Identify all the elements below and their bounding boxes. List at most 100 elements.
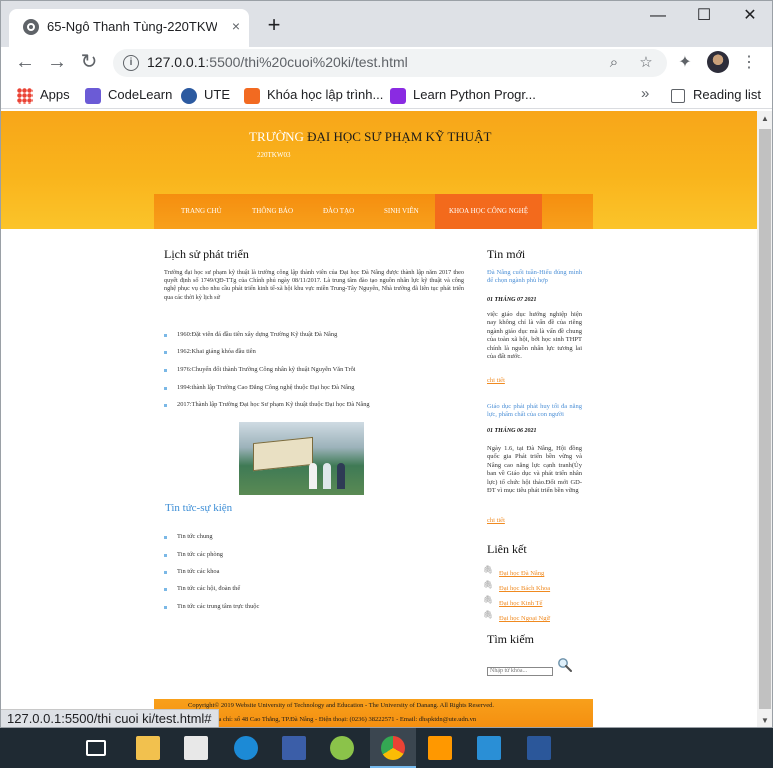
vscode-icon[interactable] bbox=[477, 736, 501, 760]
python-p-icon bbox=[390, 87, 406, 104]
milestone-item: 1960:Đặt viên đá đầu tiên xây dựng Trườn… bbox=[177, 331, 338, 338]
vertical-scrollbar[interactable]: ▲ ▼ bbox=[757, 111, 772, 727]
browser-window: 65-Ngô Thanh Tùng-220TKW03 × + — ☐ ✕ ← →… bbox=[0, 0, 773, 728]
page-viewport: TRƯỜNG ĐẠI HỌC SƯ PHẠM KỸ THUẬT 220TKW03… bbox=[1, 111, 757, 727]
news-more-link[interactable]: chi tiết bbox=[487, 377, 505, 384]
task-view-icon[interactable] bbox=[86, 740, 106, 756]
site-banner: TRƯỜNG ĐẠI HỌC SƯ PHẠM KỸ THUẬT 220TKW03… bbox=[1, 111, 757, 229]
reload-icon[interactable]: ↻ bbox=[77, 51, 101, 75]
sublime-text-icon[interactable] bbox=[428, 736, 452, 760]
scroll-up-arrow-icon[interactable]: ▲ bbox=[757, 111, 772, 127]
scroll-down-arrow-icon[interactable]: ▼ bbox=[757, 713, 772, 727]
milestone-item: 1994:thành lập Trường Cao Đẳng Công nghệ… bbox=[177, 384, 355, 391]
chrome-icon[interactable] bbox=[381, 736, 405, 760]
maximize-button[interactable]: ☐ bbox=[681, 1, 727, 33]
menu-sinh-vien[interactable]: SINH VIÊN bbox=[384, 194, 419, 229]
microsoft-store-icon[interactable] bbox=[184, 736, 208, 760]
events-heading: Tin tức-sự kiện bbox=[165, 502, 233, 514]
events-item[interactable]: Tin tức các hội, đoàn thể bbox=[177, 585, 240, 592]
app-green-icon[interactable] bbox=[330, 736, 354, 760]
news-title-link[interactable]: Giáo dục phải phát huy tối đa năng lực, … bbox=[487, 403, 582, 420]
link-dai-hoc-ngoai-ngu[interactable]: Đại học Ngoại Ngữ bbox=[499, 615, 550, 622]
reading-list-icon bbox=[671, 88, 685, 103]
news-heading: Tin mới bbox=[487, 247, 526, 261]
bookmark-label: Apps bbox=[40, 87, 70, 102]
b-logo-icon bbox=[244, 87, 260, 104]
word-icon[interactable] bbox=[527, 736, 551, 760]
history-paragraph: Trường đại học sư phạm kỹ thuật là trườn… bbox=[164, 269, 464, 301]
codelearn-icon bbox=[85, 87, 101, 104]
history-heading: Lịch sử phát triển bbox=[164, 247, 249, 261]
link-dai-hoc-bach-khoa[interactable]: Đại học Bách Khoa bbox=[499, 585, 550, 592]
bookmarks-bar: Apps CodeLearn UTE Khóa học lập trình...… bbox=[1, 81, 772, 109]
minimize-button[interactable]: — bbox=[635, 1, 681, 33]
bullet bbox=[164, 334, 167, 337]
url-path: :5500/thi%20cuoi%20ki/test.html bbox=[205, 54, 408, 70]
main-menu: TRANG CHỦ THÔNG BÁO ĐÀO TẠO SINH VIÊN KH… bbox=[154, 194, 593, 229]
site-footer: Copyright© 2019 Website University of Te… bbox=[154, 699, 593, 727]
address-bar[interactable]: i 127.0.0.1:5500/thi%20cuoi%20ki/test.ht… bbox=[113, 49, 667, 77]
student-figure bbox=[337, 463, 345, 489]
menu-trang-chu[interactable]: TRANG CHỦ bbox=[181, 194, 222, 229]
apps-grid-icon bbox=[17, 87, 33, 104]
zoom-icon[interactable]: ⌕ bbox=[605, 54, 623, 72]
search-icon[interactable] bbox=[557, 657, 572, 672]
paperclip-icon: 🖇 bbox=[483, 595, 494, 604]
menu-khoa-hoc-cong-nghe[interactable]: KHOA HỌC CÔNG NGHỆ bbox=[435, 194, 543, 229]
star-icon[interactable]: ☆ bbox=[637, 54, 655, 72]
bookmark-codelearn[interactable]: CodeLearn bbox=[85, 85, 172, 105]
reading-list-label: Reading list bbox=[693, 87, 761, 102]
menu-thong-bao[interactable]: THÔNG BÁO bbox=[252, 194, 293, 229]
link-dai-hoc-da-nang[interactable]: Đại học Đà Nẵng bbox=[499, 570, 544, 577]
bullet bbox=[164, 387, 167, 390]
info-icon[interactable]: i bbox=[123, 55, 139, 71]
more-menu-icon[interactable]: ⋮ bbox=[739, 53, 759, 73]
site-title: TRƯỜNG ĐẠI HỌC SƯ PHẠM KỸ THUẬT bbox=[249, 129, 491, 145]
dev-c-icon[interactable] bbox=[282, 736, 306, 760]
bookmark-learn-python[interactable]: Learn Python Progr... bbox=[390, 85, 536, 105]
forward-arrow-icon[interactable]: → bbox=[45, 51, 69, 75]
news-more-link[interactable]: chi tiết bbox=[487, 517, 505, 524]
bullet bbox=[164, 369, 167, 372]
new-tab-button[interactable]: + bbox=[263, 14, 285, 37]
reading-list-button[interactable]: Reading list bbox=[671, 85, 761, 105]
tab-title: 65-Ngô Thanh Tùng-220TKW03 bbox=[47, 19, 217, 34]
back-arrow-icon[interactable]: ← bbox=[13, 51, 37, 75]
bookmark-khoa-hoc[interactable]: Khóa học lập trình... bbox=[244, 85, 383, 105]
extensions-icon[interactable]: ✦ bbox=[675, 53, 695, 73]
bookmark-apps[interactable]: Apps bbox=[17, 85, 70, 105]
profile-avatar[interactable] bbox=[707, 51, 729, 73]
close-window-button[interactable]: ✕ bbox=[727, 1, 772, 33]
url-host: 127.0.0.1 bbox=[147, 54, 206, 70]
search-input[interactable]: Nhập từ khóa... bbox=[487, 667, 553, 676]
paperclip-icon: 🖇 bbox=[483, 580, 494, 589]
url-text[interactable]: 127.0.0.1:5500/thi%20cuoi%20ki/test.html bbox=[147, 54, 408, 70]
bullet bbox=[164, 571, 167, 574]
scroll-thumb[interactable] bbox=[759, 129, 771, 709]
globe-icon bbox=[23, 19, 39, 35]
milestone-item: 2017:Thành lập Trường Đại học Sư phạm Kỹ… bbox=[177, 401, 370, 408]
file-explorer-icon[interactable] bbox=[136, 736, 160, 760]
edge-icon[interactable] bbox=[234, 736, 258, 760]
bookmark-ute[interactable]: UTE bbox=[181, 85, 230, 105]
bookmarks-overflow-icon[interactable]: » bbox=[641, 85, 649, 102]
events-item[interactable]: Tin tức chung bbox=[177, 533, 213, 540]
tab-close-icon[interactable]: × bbox=[227, 17, 245, 35]
events-item[interactable]: Tin tức các khoa bbox=[177, 568, 219, 575]
windows-taskbar bbox=[0, 728, 773, 768]
status-bar-url: 127.0.0.1:5500/thi cuoi ki/test.html# bbox=[1, 709, 219, 727]
events-item[interactable]: Tin tức các phòng bbox=[177, 551, 223, 558]
footer-contact: Địa chỉ: số 48 Cao Thắng, TP.Đà Nẵng - Đ… bbox=[212, 716, 477, 723]
menu-dao-tao[interactable]: ĐÀO TẠO bbox=[323, 194, 354, 229]
bullet bbox=[164, 554, 167, 557]
browser-tab[interactable]: 65-Ngô Thanh Tùng-220TKW03 × bbox=[9, 9, 249, 47]
footer-copyright: Copyright© 2019 Website University of Te… bbox=[188, 702, 494, 709]
bullet bbox=[164, 536, 167, 539]
news-title-link[interactable]: Đà Nẵng cuối tuần-Hiểu đúng mình để chọn… bbox=[487, 269, 582, 286]
link-dai-hoc-kinh-te[interactable]: Đại học Kinh Tế bbox=[499, 600, 542, 607]
bookmark-label: UTE bbox=[204, 87, 230, 102]
events-item[interactable]: Tin tức các trung tâm trực thuộc bbox=[177, 603, 259, 610]
bullet bbox=[164, 351, 167, 354]
paperclip-icon: 🖇 bbox=[483, 610, 494, 619]
site-title-white: TRƯỜNG bbox=[249, 129, 304, 144]
